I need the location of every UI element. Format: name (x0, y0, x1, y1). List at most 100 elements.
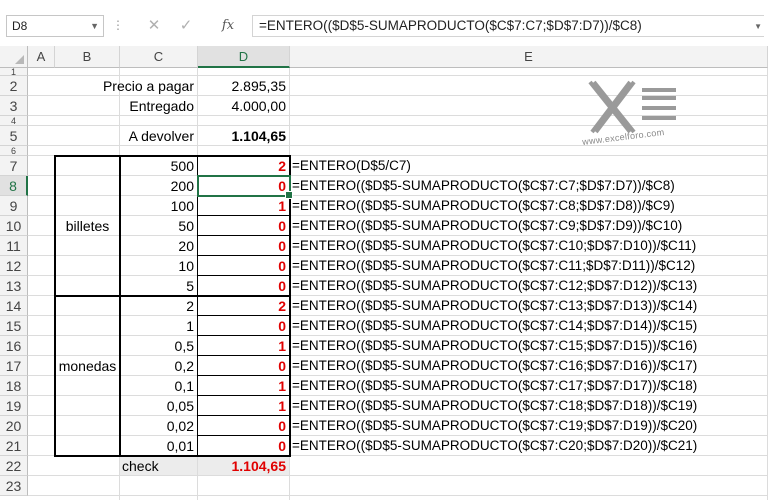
quantity-cell[interactable]: 1 (198, 396, 290, 416)
row-header-4[interactable]: 4 (0, 116, 28, 126)
row-header-9[interactable]: 9 (0, 196, 28, 216)
row-header-6[interactable]: 6 (0, 146, 28, 156)
quantity-cell[interactable]: 0 (198, 356, 290, 376)
quantity-cell[interactable]: 0 (198, 256, 290, 276)
denomination-cell[interactable]: 0,5 (120, 336, 198, 356)
qty-cell-border (198, 315, 290, 316)
row-header-22[interactable]: 22 (0, 456, 28, 476)
expand-formula-bar-icon[interactable]: ▼ (754, 22, 762, 31)
formula-text-cell[interactable]: =ENTERO(($D$5-SUMAPRODUCTO($C$7:C17;$D$7… (290, 376, 768, 396)
formula-input[interactable]: =ENTERO(($D$5-SUMAPRODUCTO($C$7:C7;$D$7:… (252, 15, 764, 37)
quantity-cell[interactable]: 2 (198, 156, 290, 176)
name-box-value: D8 (12, 19, 28, 33)
denomination-cell[interactable]: 2 (120, 296, 198, 316)
column-header-c[interactable]: C (120, 46, 198, 68)
qty-cell-border (198, 235, 290, 236)
cancel-icon[interactable]: ✕ (140, 15, 168, 37)
formula-text-cell[interactable]: =ENTERO(($D$5-SUMAPRODUCTO($C$7:C12;$D$7… (290, 276, 768, 296)
denomination-cell[interactable]: 20 (120, 236, 198, 256)
row-header-14[interactable]: 14 (0, 296, 28, 316)
qty-cell-border (198, 415, 290, 416)
spreadsheet-grid[interactable]: A B C D E 1 2 3 4 5 6 7 8 9 10 11 12 13 14 15 16 17 18 19 20 21 22… (0, 46, 768, 500)
row-header-15[interactable]: 15 (0, 316, 28, 336)
denomination-cell[interactable]: 5 (120, 276, 198, 296)
qty-cell-border (198, 375, 290, 376)
entregado-value[interactable]: 4.000,00 (198, 96, 290, 116)
formula-text-cell[interactable]: =ENTERO(D$5/C7) (290, 156, 768, 176)
row-header-23[interactable]: 23 (0, 476, 28, 496)
denomination-cell[interactable]: 10 (120, 256, 198, 276)
quantity-cell[interactable]: 1 (198, 376, 290, 396)
insert-function-icon[interactable]: fx (214, 15, 242, 37)
denomination-cell[interactable]: 0,01 (120, 436, 198, 456)
denomination-cell[interactable]: 50 (120, 216, 198, 236)
formula-text-cell[interactable]: =ENTERO(($D$5-SUMAPRODUCTO($C$7:C9;$D$7:… (290, 216, 768, 236)
precio-label[interactable]: Precio a pagar (80, 76, 198, 96)
formula-bar-grip-icon[interactable]: ⋮ (112, 18, 125, 32)
denomination-cell[interactable]: 500 (120, 156, 198, 176)
formula-text-cell[interactable]: =ENTERO(($D$5-SUMAPRODUCTO($C$7:C18;$D$7… (290, 396, 768, 416)
row-header-18[interactable]: 18 (0, 376, 28, 396)
quantity-cell[interactable]: 2 (198, 296, 290, 316)
quantity-cell[interactable]: 0 (198, 416, 290, 436)
group-label-billetes: billetes (65, 218, 110, 234)
quantity-cell[interactable]: 1 (198, 336, 290, 356)
row-header-10[interactable]: 10 (0, 216, 28, 236)
enter-icon[interactable]: ✓ (172, 15, 200, 37)
formula-text-cell[interactable]: =ENTERO(($D$5-SUMAPRODUCTO($C$7:C15;$D$7… (290, 336, 768, 356)
denomination-cell[interactable]: 1 (120, 316, 198, 336)
quantity-cell[interactable]: 0 (198, 436, 290, 456)
quantity-cell[interactable]: 0 (198, 316, 290, 336)
row-header-16[interactable]: 16 (0, 336, 28, 356)
column-header-a[interactable]: A (28, 46, 55, 68)
entregado-label[interactable]: Entregado (120, 96, 198, 116)
denomination-cell[interactable]: 0,2 (120, 356, 198, 376)
row-header-1[interactable]: 1 (0, 68, 28, 77)
table-border (54, 155, 291, 157)
formula-text-cell[interactable]: =ENTERO(($D$5-SUMAPRODUCTO($C$7:C20;$D$7… (290, 436, 768, 456)
row-header-2[interactable]: 2 (0, 76, 28, 96)
select-all-button[interactable] (0, 46, 28, 68)
row-header-17[interactable]: 17 (0, 356, 28, 376)
devolver-label[interactable]: A devolver (120, 126, 198, 146)
devolver-value[interactable]: 1.104,65 (198, 126, 290, 146)
quantity-cell[interactable]: 0 (198, 236, 290, 256)
precio-value[interactable]: 2.895,35 (198, 76, 290, 96)
quantity-cell[interactable]: 0 (198, 276, 290, 296)
row-header-21[interactable]: 21 (0, 436, 28, 456)
row-header-13[interactable]: 13 (0, 276, 28, 296)
row-header-8[interactable]: 8 (0, 176, 28, 196)
formula-text-cell[interactable]: =ENTERO(($D$5-SUMAPRODUCTO($C$7:C7;$D$7:… (290, 176, 768, 196)
row-header-7[interactable]: 7 (0, 156, 28, 176)
quantity-cell[interactable]: 0 (198, 216, 290, 236)
formula-text-cell[interactable]: =ENTERO(($D$5-SUMAPRODUCTO($C$7:C19;$D$7… (290, 416, 768, 436)
denomination-cell[interactable]: 0,05 (120, 396, 198, 416)
row-header-19[interactable]: 19 (0, 396, 28, 416)
column-header-d[interactable]: D (198, 46, 290, 68)
formula-text-cell[interactable]: =ENTERO(($D$5-SUMAPRODUCTO($C$7:C11;$D$7… (290, 256, 768, 276)
row-header-11[interactable]: 11 (0, 236, 28, 256)
denomination-cell[interactable]: 100 (120, 196, 198, 216)
formula-text-cell[interactable]: =ENTERO(($D$5-SUMAPRODUCTO($C$7:C14;$D$7… (290, 316, 768, 336)
fill-handle[interactable] (285, 191, 293, 199)
formula-text-cell[interactable]: =ENTERO(($D$5-SUMAPRODUCTO($C$7:C16;$D$7… (290, 356, 768, 376)
table-border (54, 155, 56, 457)
row-header-3[interactable]: 3 (0, 96, 28, 116)
column-header-b[interactable]: B (55, 46, 120, 68)
row-header-20[interactable]: 20 (0, 416, 28, 436)
check-label[interactable]: check (120, 456, 198, 476)
row-gridline (28, 495, 768, 496)
denomination-cell[interactable]: 0,02 (120, 416, 198, 436)
denomination-cell[interactable]: 200 (120, 176, 198, 196)
formula-text-cell[interactable]: =ENTERO(($D$5-SUMAPRODUCTO($C$7:C10;$D$7… (290, 236, 768, 256)
denomination-cell[interactable]: 0,1 (120, 376, 198, 396)
quantity-cell[interactable]: 1 (198, 196, 290, 216)
row-header-12[interactable]: 12 (0, 256, 28, 276)
chevron-down-icon[interactable]: ▼ (90, 16, 99, 36)
formula-text-cell[interactable]: =ENTERO(($D$5-SUMAPRODUCTO($C$7:C8;$D$7:… (290, 196, 768, 216)
name-box[interactable]: D8 ▼ (6, 15, 104, 37)
formula-text-cell[interactable]: =ENTERO(($D$5-SUMAPRODUCTO($C$7:C13;$D$7… (290, 296, 768, 316)
check-value[interactable]: 1.104,65 (198, 456, 290, 476)
row-header-5[interactable]: 5 (0, 126, 28, 146)
column-header-e[interactable]: E (290, 46, 768, 68)
